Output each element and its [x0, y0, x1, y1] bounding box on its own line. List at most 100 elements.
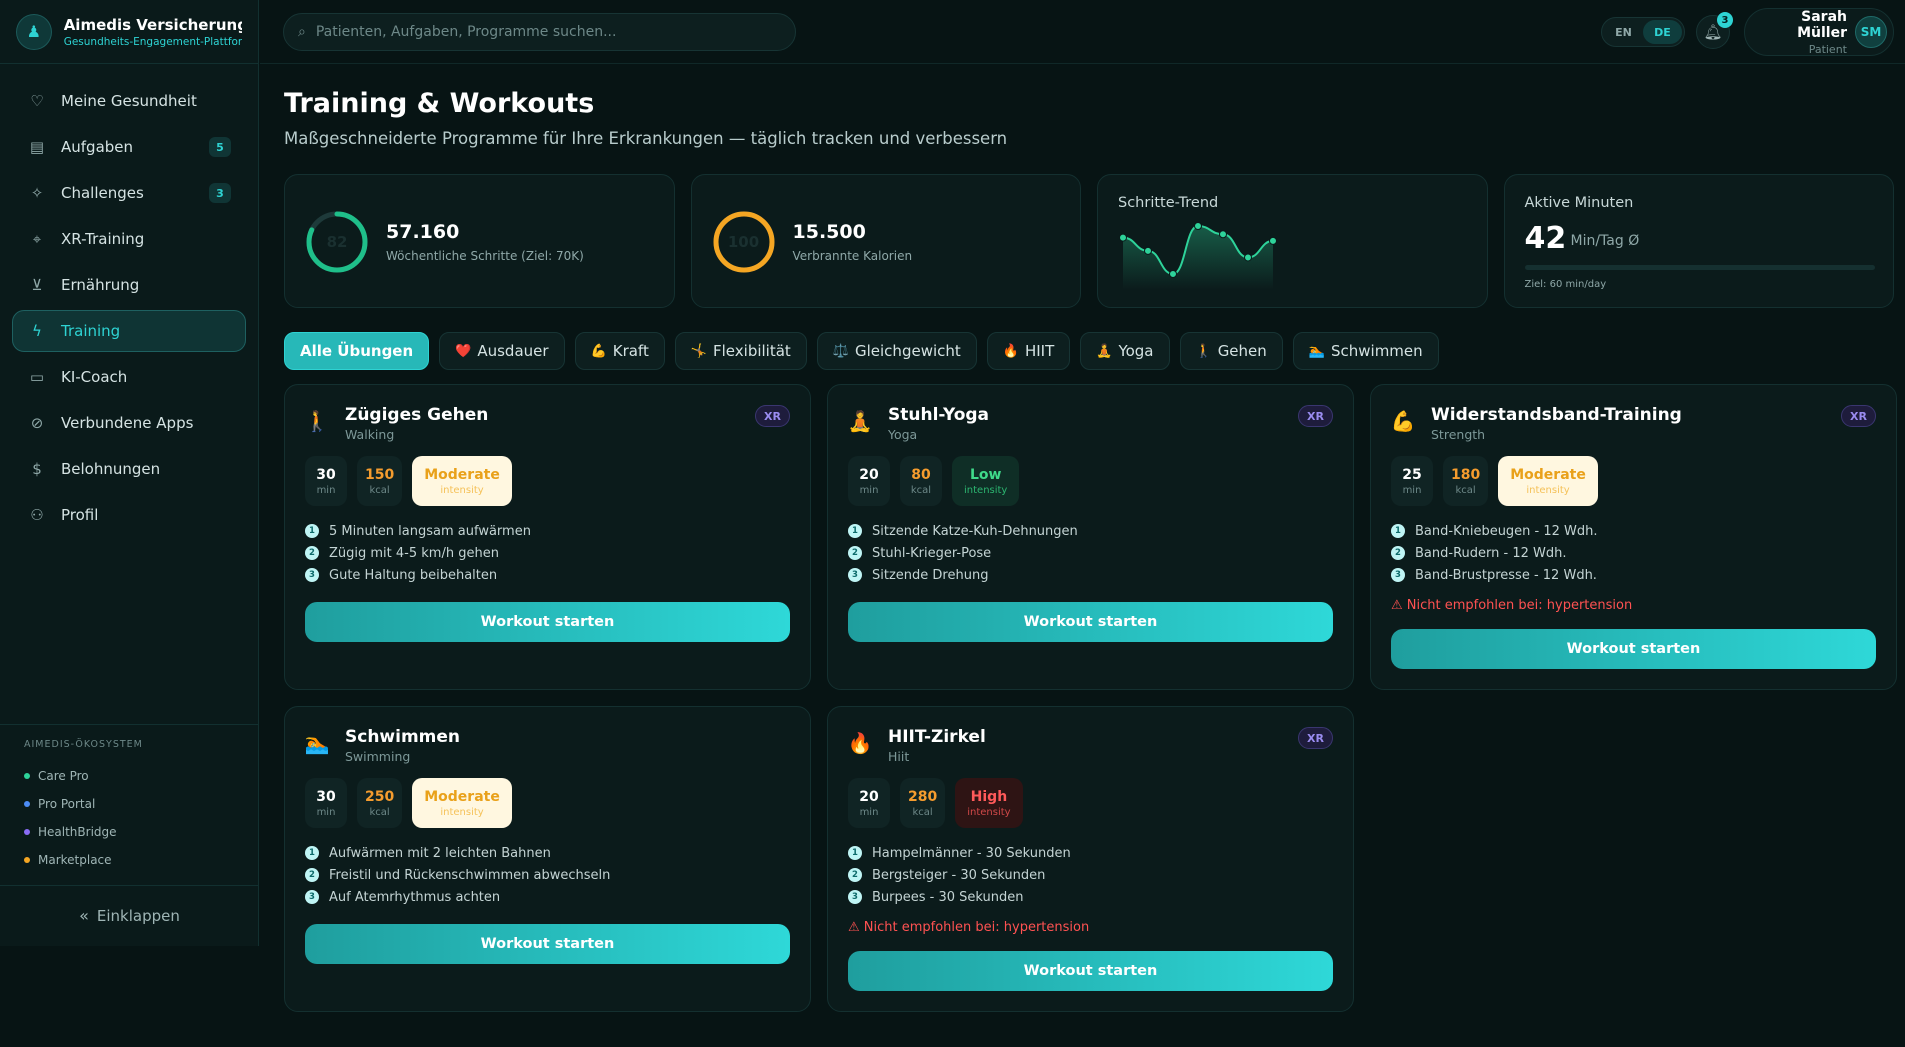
- step-number: 2: [305, 546, 319, 560]
- search-input[interactable]: [315, 24, 776, 40]
- step-text: Bergsteiger - 30 Sekunden: [872, 867, 1046, 883]
- page-subtitle: Maßgeschneiderte Programme für Ihre Erkr…: [284, 129, 1008, 148]
- ecosystem-dot: [24, 829, 30, 835]
- sidebar-item-meine-gesundheit[interactable]: ♡ Meine Gesundheit: [12, 80, 246, 122]
- step-text: Band-Rudern - 12 Wdh.: [1415, 545, 1567, 561]
- filter-chip-label: Ausdauer: [477, 342, 549, 360]
- bolt-icon: ϟ: [32, 322, 42, 340]
- xr-badge[interactable]: XR: [1298, 727, 1333, 749]
- sidebar-item-xr-training[interactable]: ⌖ XR-Training: [12, 218, 246, 260]
- active-goal: Ziel: 60 min/day: [1524, 279, 1607, 290]
- sidebar-item-ernährung[interactable]: ⊻ Ernährung: [12, 264, 246, 306]
- collapse-button[interactable]: « Einklappen: [0, 885, 259, 945]
- workout-step: 3 Gute Haltung beibehalten: [305, 564, 790, 586]
- workout-card: 🏊 Schwimmen Swimming 30 min 250 kcal Moderate in…: [284, 706, 811, 1012]
- ecosystem-item[interactable]: Pro Portal: [24, 790, 235, 818]
- filter-chip[interactable]: 🤸 Flexibilität: [674, 332, 807, 370]
- calories-metric-unit: kcal: [1455, 484, 1476, 496]
- muscle-icon: 💪: [1390, 409, 1416, 433]
- workout-card-header: 🔥 HIIT-Zirkel Hiit: [848, 727, 1333, 764]
- duration-metric: 20 min: [848, 456, 890, 506]
- filter-chips: Alle Übungen ❤️ Ausdauer 💪 Kraft 🤸 Flexibilitä…: [284, 332, 1894, 370]
- workout-title: Widerstandsband-Training: [1431, 405, 1682, 425]
- sidebar-item-belohnungen[interactable]: $ Belohnungen: [12, 448, 246, 490]
- lang-en-button[interactable]: EN: [1604, 20, 1643, 44]
- step-number: 1: [848, 524, 862, 538]
- intensity-badge: Moderate intensity: [1498, 456, 1598, 506]
- sidebar-item-challenges[interactable]: ✧ Challenges 3: [12, 172, 246, 214]
- ecosystem-dot: [24, 801, 30, 807]
- start-workout-button[interactable]: Workout starten: [305, 602, 790, 642]
- workout-category: Yoga: [888, 427, 918, 442]
- sidebar-item-label: Training: [61, 322, 121, 340]
- workout-card: 🔥 HIIT-Zirkel Hiit XR 20 min 280 kcal High intens…: [827, 706, 1354, 1012]
- filter-chip[interactable]: 🚶 Gehen: [1179, 332, 1283, 370]
- step-text: Band-Kniebeugen - 12 Wdh.: [1415, 523, 1598, 539]
- xr-badge[interactable]: XR: [755, 405, 790, 427]
- workout-card-heading: Zügiges Gehen Walking: [345, 405, 488, 442]
- workout-card-heading: Schwimmen Swimming: [345, 727, 460, 764]
- sidebar-item-verbundene-apps[interactable]: ⊘ Verbundene Apps: [12, 402, 246, 444]
- ecosystem-item[interactable]: Marketplace: [24, 846, 235, 874]
- ecosystem-item-label: Pro Portal: [38, 797, 96, 811]
- duration-metric: 25 min: [1391, 456, 1433, 506]
- sidebar-item-training[interactable]: ϟ Training: [12, 310, 246, 352]
- ecosystem-section: AIMEDIS-ÖKOSYSTEM Care Pro Pro Portal Heal…: [0, 724, 259, 888]
- filter-chip[interactable]: ⚖️ Gleichgewicht: [816, 332, 977, 370]
- start-workout-button[interactable]: Workout starten: [848, 951, 1333, 991]
- calories-metric-value: 250: [365, 788, 395, 805]
- workout-step: 2 Zügig mit 4-5 km/h gehen: [305, 542, 790, 564]
- start-workout-button[interactable]: Workout starten: [848, 602, 1333, 642]
- workout-step: 1 5 Minuten langsam aufwärmen: [305, 520, 790, 542]
- brand-subtitle: Gesundheits-Engagement-Plattform: [63, 35, 242, 48]
- filter-chip-label: HIIT: [1024, 342, 1055, 360]
- filter-chip-label: Alle Übungen: [300, 342, 414, 360]
- yoga-icon: 🧘: [847, 409, 873, 433]
- search-bar[interactable]: ⌕: [283, 13, 796, 51]
- chevrons-left-icon: «: [79, 906, 89, 925]
- step-number: 3: [305, 568, 319, 582]
- filter-chip-icon: 🤸: [690, 343, 708, 359]
- user-info: Sarah Müller Patient: [1757, 9, 1847, 56]
- workout-grid: 🚶 Zügiges Gehen Walking XR 30 min 150 kcal Moder…: [284, 384, 1897, 1012]
- trend-point: [1169, 270, 1177, 278]
- sidebar-item-label: Belohnungen: [61, 460, 161, 478]
- ecosystem-item[interactable]: HealthBridge: [24, 818, 235, 846]
- sidebar-item-ki-coach[interactable]: ▭ KI-Coach: [12, 356, 246, 398]
- filter-chip-label: Yoga: [1118, 342, 1154, 360]
- sidebar-item-profil[interactable]: ⚇ Profil: [12, 494, 246, 536]
- brand[interactable]: ♟ Aimedis Versicherung Gesundheits-Engag…: [0, 0, 258, 64]
- sidebar-item-badge: 3: [209, 183, 231, 203]
- workout-step: 3 Sitzende Drehung: [848, 564, 1333, 586]
- workout-card-header: 🧘 Stuhl-Yoga Yoga: [848, 405, 1333, 442]
- notifications-button[interactable]: 🔔︎ 3: [1696, 12, 1733, 49]
- filter-chip[interactable]: Alle Übungen: [284, 332, 430, 370]
- collapse-label: Einklappen: [96, 906, 180, 925]
- filter-chip[interactable]: 🧘 Yoga: [1080, 332, 1170, 370]
- start-workout-button[interactable]: Workout starten: [1391, 629, 1876, 669]
- step-text: Gute Haltung beibehalten: [329, 567, 498, 583]
- lang-de-button[interactable]: DE: [1643, 20, 1682, 44]
- search-icon: ⌕: [298, 24, 306, 40]
- workout-card-header: 💪 Widerstandsband-Training Strength: [1391, 405, 1876, 442]
- ecosystem-item[interactable]: Care Pro: [24, 762, 235, 790]
- filter-chip-icon: ⚖️: [832, 343, 849, 359]
- step-number: 2: [848, 546, 862, 560]
- start-workout-button[interactable]: Workout starten: [305, 924, 790, 964]
- user-menu[interactable]: Sarah Müller Patient SM: [1744, 8, 1894, 56]
- sidebar-item-aufgaben[interactable]: ▤ Aufgaben 5: [12, 126, 246, 168]
- workout-category: Walking: [345, 427, 395, 442]
- filter-chip[interactable]: 🔥 HIIT: [986, 332, 1071, 370]
- xr-badge[interactable]: XR: [1841, 405, 1876, 427]
- workout-title: Schwimmen: [345, 727, 461, 747]
- workout-steps: 1 Aufwärmen mit 2 leichten Bahnen 2 Freisti…: [305, 842, 790, 908]
- step-number: 2: [305, 868, 319, 882]
- filter-chip[interactable]: 🏊 Schwimmen: [1292, 332, 1439, 370]
- sidebar: ♟ Aimedis Versicherung Gesundheits-Engag…: [0, 0, 259, 946]
- xr-badge[interactable]: XR: [1298, 405, 1333, 427]
- calories-text: 15.500 Verbrannte Kalorien: [793, 221, 913, 263]
- calories-metric-unit: kcal: [369, 806, 390, 818]
- filter-chip[interactable]: 💪 Kraft: [574, 332, 665, 370]
- filter-chip[interactable]: ❤️ Ausdauer: [439, 332, 565, 370]
- ecosystem-item-label: Marketplace: [38, 853, 112, 867]
